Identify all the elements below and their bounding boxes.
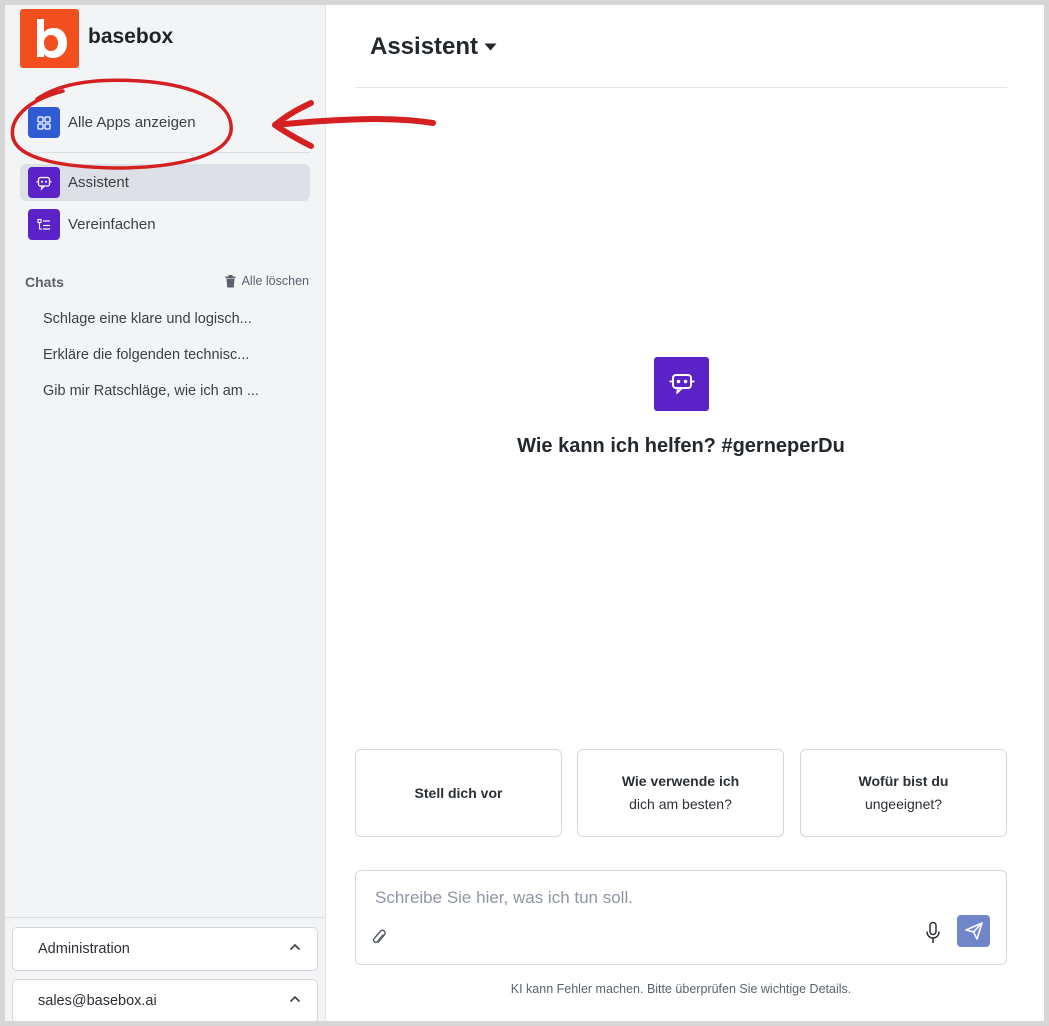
suggestion-subtitle: ungeeignet? (864, 796, 943, 812)
app-window: basebox Alle Apps anzeigen Assistent Ver… (5, 5, 1044, 1021)
suggestion-card[interactable]: Wofür bist du ungeeignet? (800, 749, 1007, 837)
logo-letter-icon (37, 19, 67, 58)
caret-down-icon (484, 43, 497, 51)
sidebar-divider (20, 152, 310, 153)
grid-icon (28, 107, 60, 138)
sidebar: basebox Alle Apps anzeigen Assistent Ver… (5, 5, 326, 1021)
suggestion-card[interactable]: Wie verwende ich dich am besten? (577, 749, 784, 837)
chat-item[interactable]: Erkläre die folgenden technisc... (43, 347, 249, 363)
send-icon (964, 922, 983, 940)
microphone-button[interactable] (922, 919, 944, 947)
sidebar-item-assistent[interactable]: Assistent (20, 164, 310, 201)
robot-icon (28, 167, 60, 198)
list-simplify-icon (28, 209, 60, 240)
clear-all-label: Alle löschen (241, 274, 309, 288)
page-title: Assistent (370, 33, 479, 60)
message-composer (355, 870, 1007, 965)
administration-accordion[interactable]: Administration (12, 927, 318, 971)
app-name: basebox (88, 25, 174, 48)
send-button[interactable] (957, 915, 990, 947)
suggestion-subtitle: dich am besten? (629, 796, 732, 812)
suggestion-card[interactable]: Stell dich vor (355, 749, 562, 837)
chats-section-title: Chats (25, 274, 64, 290)
sidebar-item-vereinfachen[interactable]: Vereinfachen (20, 206, 310, 243)
sidebar-bottom-divider (5, 917, 325, 918)
administration-label: Administration (38, 941, 130, 957)
app-selector[interactable]: Assistent (370, 33, 497, 61)
paperclip-icon (372, 929, 386, 944)
chat-item[interactable]: Gib mir Ratschläge, wie ich am ... (43, 383, 259, 399)
basebox-logo[interactable] (20, 9, 79, 68)
trash-icon (225, 274, 236, 287)
microphone-icon (926, 921, 940, 943)
attach-button[interactable] (368, 926, 390, 950)
assistant-robot-icon (654, 357, 709, 411)
header-divider (355, 87, 1007, 88)
account-email: sales@basebox.ai (38, 993, 157, 1009)
suggestion-title: Wie verwende ich (621, 773, 740, 789)
suggestion-title: Stell dich vor (414, 784, 503, 801)
message-input[interactable] (373, 887, 933, 909)
suggestion-title: Wofür bist du (858, 773, 949, 789)
chevron-up-icon (289, 995, 301, 1003)
ai-disclaimer: KI kann Fehler machen. Bitte überprüfen … (510, 982, 852, 996)
chevron-up-icon (289, 943, 301, 951)
sidebar-item-label: Assistent (68, 174, 129, 191)
sidebar-item-label: Vereinfachen (68, 216, 156, 233)
clear-all-chats-button[interactable]: Alle löschen (225, 274, 309, 288)
chat-item[interactable]: Schlage eine klare und logisch... (43, 311, 252, 327)
sidebar-item-all-apps[interactable]: Alle Apps anzeigen (20, 104, 310, 141)
sidebar-item-label: Alle Apps anzeigen (68, 114, 196, 131)
account-accordion[interactable]: sales@basebox.ai (12, 979, 318, 1021)
greeting-heading: Wie kann ich helfen? #gerneperDu (517, 435, 845, 457)
